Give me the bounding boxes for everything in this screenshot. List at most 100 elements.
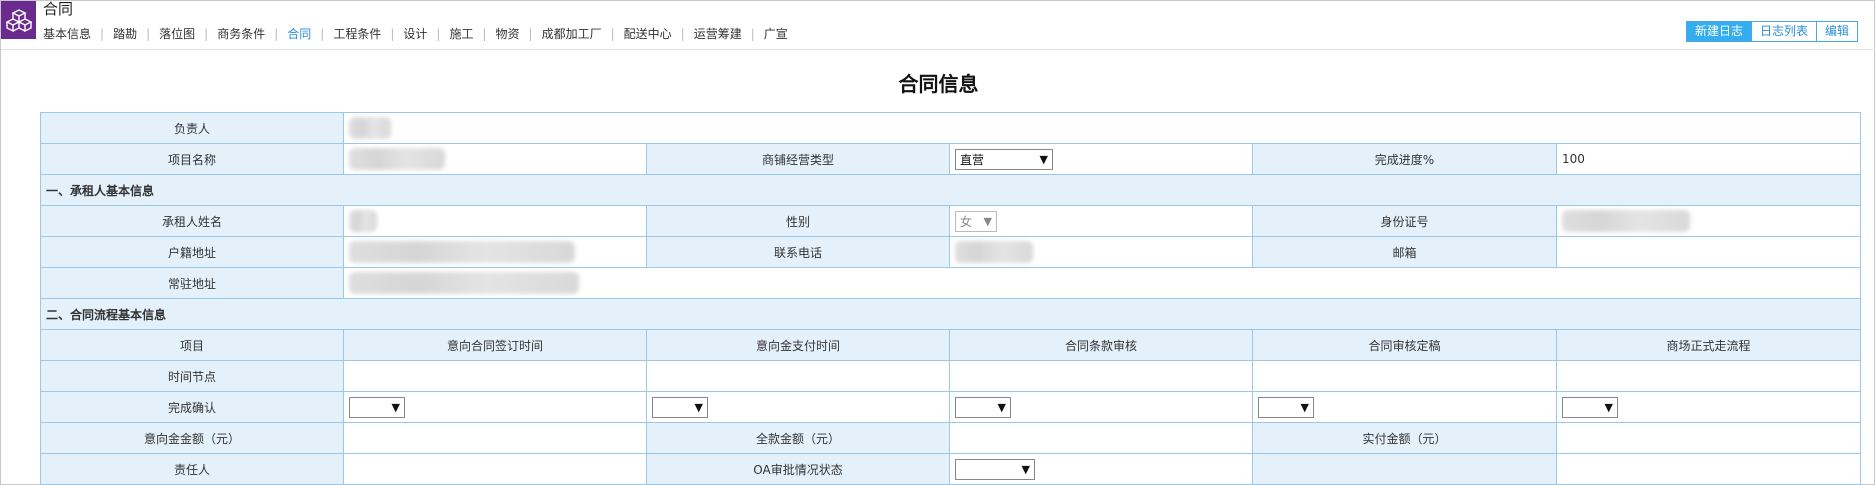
column-header: 项目 (40, 329, 344, 361)
gender-label: 性别 (646, 205, 950, 237)
gender-selected: 女 (960, 214, 973, 229)
tenant-name-value (343, 205, 647, 237)
dropdown-arrow-icon: ▼ (1604, 400, 1613, 414)
dropdown-arrow-icon: ▼ (694, 400, 703, 414)
confirm-cell: ▼ (646, 391, 950, 423)
contract-info-table: 负责人 项目名称 商铺经营类型 直营 ▼ 完成进度% 100 一、承租人基本信息 … (39, 112, 1862, 485)
nav-tab[interactable]: 运营筹建 (694, 25, 742, 42)
nav-tab[interactable]: 物资 (496, 25, 520, 42)
nav-tab[interactable]: 商务条件 (217, 25, 265, 42)
nav-tab[interactable]: 落位图 (159, 25, 195, 42)
dropdown-arrow-icon: ▼ (1300, 400, 1309, 414)
confirm-select[interactable]: ▼ (1258, 396, 1314, 418)
section-contract-flow: 二、合同流程基本信息 (39, 298, 1862, 330)
edit-button[interactable]: 编辑 (1816, 22, 1857, 41)
time-node-cell[interactable] (343, 360, 647, 392)
time-node-cell[interactable] (646, 360, 950, 392)
table-row: 负责人 (40, 112, 1862, 144)
gender-select[interactable]: 女 ▼ (955, 210, 997, 232)
redacted-owner (349, 117, 391, 139)
residence-label: 常驻地址 (40, 267, 344, 299)
section-tenant-info: 一、承租人基本信息 (39, 174, 1862, 206)
nav-separator: | (610, 26, 615, 41)
progress-value: 100 (1555, 143, 1862, 175)
redacted-hukou-address (349, 241, 575, 263)
id-number-label: 身份证号 (1252, 205, 1557, 237)
owner-value (342, 112, 1862, 144)
empty-label (1252, 453, 1557, 485)
table-row: 意向金金额（元） 全款金额（元） 实付金额（元） (40, 422, 1862, 454)
nav-tab[interactable]: 基本信息 (43, 25, 91, 42)
confirm-cell: ▼ (949, 391, 1253, 423)
oa-status-select[interactable]: ▼ (955, 458, 1035, 480)
nav-separator: | (146, 26, 151, 41)
paid-amount-value[interactable] (1555, 422, 1862, 454)
paid-amount-label: 实付金额（元） (1252, 422, 1557, 454)
time-node-cell[interactable] (1252, 360, 1557, 392)
table-row: 户籍地址 联系电话 邮箱 (40, 236, 1862, 268)
empty-value (1555, 453, 1862, 485)
dropdown-arrow-icon: ▼ (983, 214, 992, 228)
time-node-cell[interactable] (1555, 360, 1862, 392)
nav-separator: | (100, 26, 105, 41)
shop-type-label: 商铺经营类型 (646, 143, 950, 175)
table-row: 常驻地址 (40, 267, 1862, 299)
full-amount-value[interactable] (949, 422, 1253, 454)
column-header: 意向金支付时间 (646, 329, 950, 361)
header-divider (1, 49, 1875, 50)
residence-value (342, 267, 1862, 299)
log-list-button[interactable]: 日志列表 (1751, 22, 1817, 41)
email-value (1555, 236, 1862, 268)
shop-type-select[interactable]: 直营 ▼ (955, 148, 1053, 170)
confirm-select[interactable]: ▼ (652, 396, 708, 418)
new-log-button[interactable]: 新建日志 (1686, 22, 1752, 41)
confirm-select[interactable]: ▼ (1562, 396, 1618, 418)
dropdown-arrow-icon: ▼ (1039, 152, 1048, 166)
nav-separator: | (436, 26, 441, 41)
responsible-value[interactable] (343, 453, 647, 485)
nav-separator: | (528, 26, 533, 41)
hukou-address-label: 户籍地址 (40, 236, 344, 268)
confirm-select[interactable]: ▼ (349, 396, 405, 418)
app-title: 合同 (43, 0, 74, 18)
project-name-value (343, 143, 647, 175)
table-row: 项目 意向合同签订时间 意向金支付时间 合同条款审核 合同审核定稿 商场正式走流… (40, 329, 1862, 361)
oa-status-label: OA审批情况状态 (646, 453, 950, 485)
tenant-name-label: 承租人姓名 (40, 205, 344, 237)
time-node-cell[interactable] (949, 360, 1253, 392)
progress-label: 完成进度% (1252, 143, 1557, 175)
nav-tab[interactable]: 踏勘 (113, 25, 137, 42)
nav-separator: | (750, 26, 755, 41)
nav-separator: | (274, 26, 279, 41)
project-name-label: 项目名称 (40, 143, 344, 175)
confirm-label: 完成确认 (40, 391, 344, 423)
column-header: 合同条款审核 (949, 329, 1253, 361)
phone-label: 联系电话 (646, 236, 950, 268)
dropdown-arrow-icon: ▼ (391, 400, 400, 414)
table-row: 时间节点 (40, 360, 1862, 392)
nav-tab[interactable]: 成都加工厂 (542, 25, 602, 42)
table-row: 项目名称 商铺经营类型 直营 ▼ 完成进度% 100 (40, 143, 1862, 175)
nav-tab[interactable]: 广宣 (764, 25, 788, 42)
redacted-id-number (1562, 210, 1690, 232)
dropdown-arrow-icon: ▼ (997, 400, 1006, 414)
redacted-tenant-name (349, 210, 377, 232)
email-label: 邮箱 (1252, 236, 1557, 268)
oa-status-cell: ▼ (949, 453, 1253, 485)
nav-tab[interactable]: 设计 (403, 25, 427, 42)
nav-tab[interactable]: 工程条件 (333, 25, 381, 42)
shop-type-selected: 直营 (960, 152, 985, 167)
nav-tab[interactable]: 合同 (287, 25, 311, 42)
nav-tab[interactable]: 配送中心 (624, 25, 672, 42)
nav-separator: | (204, 26, 209, 41)
table-row: 二、合同流程基本信息 (39, 298, 1862, 330)
id-number-value (1555, 205, 1862, 237)
deposit-amount-value[interactable] (343, 422, 647, 454)
confirm-cell: ▼ (343, 391, 647, 423)
column-header: 意向合同签订时间 (343, 329, 647, 361)
confirm-select[interactable]: ▼ (955, 396, 1011, 418)
confirm-cell: ▼ (1555, 391, 1862, 423)
nav-tab[interactable]: 施工 (449, 25, 473, 42)
table-row: 完成确认 ▼ ▼ ▼ ▼ ▼ (40, 391, 1862, 423)
column-header: 合同审核定稿 (1252, 329, 1557, 361)
